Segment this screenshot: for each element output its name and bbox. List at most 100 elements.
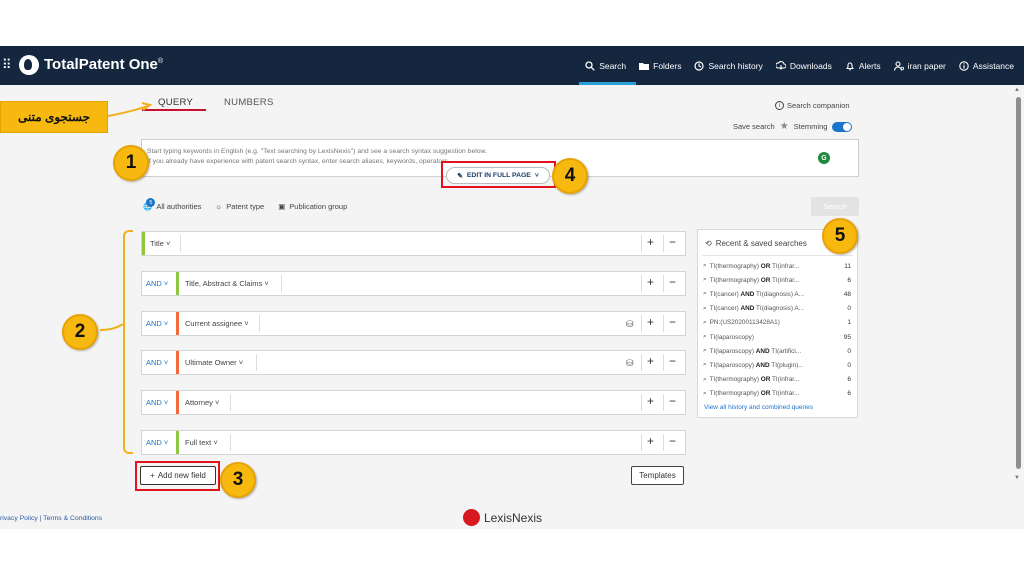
add-row-icon[interactable]: + <box>647 315 654 329</box>
recent-search-item[interactable]: ⌕TI(cancer) AND TI(diagnosis) A...0 <box>703 302 851 316</box>
recent-searches-title: ⟲ Recent & saved searches <box>705 239 807 248</box>
folder-icon <box>639 61 649 71</box>
add-row-icon[interactable]: + <box>647 394 654 408</box>
save-search-label[interactable]: Save search <box>733 122 775 131</box>
search-icon: ⌕ <box>703 305 707 313</box>
remove-row-icon[interactable]: − <box>669 235 676 249</box>
field-color-bar <box>176 431 179 454</box>
field-color-bar <box>142 232 145 255</box>
recent-search-item[interactable]: ⌕TI(laparoscopy) AND TI(artifici...0 <box>703 344 851 358</box>
recent-search-item[interactable]: ⌕TI(thermography) OR TI(infrar...11 <box>703 259 851 273</box>
stemming-toggle[interactable] <box>832 122 852 132</box>
globe-icon: 🌐5 <box>143 202 152 211</box>
divider <box>641 275 642 292</box>
divider <box>702 255 853 256</box>
operator-selector[interactable]: AND ˅ <box>146 438 168 447</box>
nav-user[interactable]: iran paper <box>892 46 948 85</box>
operator-selector[interactable]: AND ˅ <box>146 398 168 407</box>
highlight-add-field <box>135 461 220 491</box>
add-row-icon[interactable]: + <box>647 434 654 448</box>
divider <box>641 394 642 411</box>
footer-links[interactable]: rivacy Policy | Terms & Conditions <box>0 515 102 522</box>
nav-folders[interactable]: Folders <box>637 46 683 85</box>
lexisnexis-logo-icon <box>463 509 480 526</box>
recent-searches-panel: ⟲ Recent & saved searches ⌕TI(thermograp… <box>697 229 858 418</box>
filter-patent-type[interactable]: ☼ Patent type <box>215 202 264 211</box>
field-selector[interactable]: Attorney ˅ <box>185 398 219 407</box>
field-selector[interactable]: Title ˅ <box>150 239 170 248</box>
add-row-icon[interactable]: + <box>647 275 654 289</box>
divider <box>641 434 642 451</box>
tab-query[interactable]: QUERY <box>158 97 193 108</box>
divider <box>663 315 664 332</box>
owner-tree-icon[interactable]: ⛁ <box>626 358 634 369</box>
divider <box>663 394 664 411</box>
user-icon <box>894 61 904 71</box>
divider <box>663 434 664 451</box>
field-selector[interactable]: Full text ˅ <box>185 438 218 447</box>
grammarly-icon[interactable]: G <box>818 152 830 164</box>
search-companion[interactable]: i Search companion <box>775 101 850 110</box>
filter-authorities[interactable]: 🌐5 All authorities <box>143 202 201 211</box>
divider <box>663 235 664 252</box>
star-icon[interactable]: ★ <box>780 121 789 132</box>
scroll-up-icon[interactable]: ▲ <box>1014 87 1020 93</box>
remove-row-icon[interactable]: − <box>669 394 676 408</box>
field-selector[interactable]: Current assignee ˅ <box>185 319 249 328</box>
annotation-1: 1 <box>113 145 149 181</box>
nav-search-history[interactable]: Search history <box>692 46 764 85</box>
search-button[interactable]: Search <box>811 197 859 216</box>
remove-row-icon[interactable]: − <box>669 354 676 368</box>
recent-search-item[interactable]: ⌕TI(thermography) OR TI(infrar...6 <box>703 273 851 287</box>
recent-search-item[interactable]: ⌕TI(cancer) AND TI(diagnosis) A...48 <box>703 287 851 301</box>
recent-search-item[interactable]: ⌕TI(laparoscopy)95 <box>703 330 851 344</box>
templates-button[interactable]: Templates <box>631 466 684 485</box>
search-icon: ⌕ <box>703 319 707 327</box>
recent-search-item[interactable]: ⌕TI(laparoscopy) AND TI(plugin)...0 <box>703 358 851 372</box>
remove-row-icon[interactable]: − <box>669 275 676 289</box>
operator-selector[interactable]: AND ˅ <box>146 319 168 328</box>
field-selector[interactable]: Title, Abstract & Claims ˅ <box>185 279 269 288</box>
highlight-edit-full-page <box>441 161 556 188</box>
field-row-title-abstract-claims: AND ˅ Title, Abstract & Claims ˅ + − <box>141 271 686 296</box>
recent-searches-list: ⌕TI(thermography) OR TI(infrar...11 ⌕TI(… <box>703 259 851 401</box>
brand-name[interactable]: TotalPatent One® <box>44 56 163 73</box>
query-placeholder: Start typing keywords in English (e.g. "… <box>147 147 487 167</box>
remove-row-icon[interactable]: − <box>669 434 676 448</box>
active-tab-indicator <box>142 109 206 111</box>
filter-publication-group[interactable]: ▣ Publication group <box>278 202 347 211</box>
field-selector[interactable]: Ultimate Owner ˅ <box>185 358 243 367</box>
annotation-2: 2 <box>62 314 98 350</box>
page-scrollbar[interactable]: ▲ ▼ <box>1013 87 1022 487</box>
nav-assistance[interactable]: Assistance <box>957 46 1016 85</box>
lexisnexis-logo: LexisNexis <box>463 509 542 526</box>
nav-downloads[interactable]: Downloads <box>774 46 834 85</box>
operator-selector[interactable]: AND ˅ <box>146 279 168 288</box>
field-color-bar <box>176 272 179 295</box>
app-grid-icon[interactable]: ⠿ <box>2 57 11 73</box>
search-icon: ⌕ <box>703 262 707 270</box>
nav-alerts[interactable]: Alerts <box>843 46 883 85</box>
tab-numbers[interactable]: NUMBERS <box>224 97 274 108</box>
divider <box>230 394 231 411</box>
divider <box>641 315 642 332</box>
assignee-tree-icon[interactable]: ⛁ <box>626 319 634 330</box>
scroll-down-icon[interactable]: ▼ <box>1014 475 1020 481</box>
field-row-full-text: AND ˅ Full text ˅ + − <box>141 430 686 455</box>
operator-selector[interactable]: AND ˅ <box>146 358 168 367</box>
recent-search-item[interactable]: ⌕TI(thermography) OR TI(infrar...6 <box>703 387 851 401</box>
search-icon: ⌕ <box>703 333 707 341</box>
recent-search-item[interactable]: ⌕PN:(US20200113428A1)1 <box>703 316 851 330</box>
view-all-history-link[interactable]: View all history and combined queries <box>704 404 813 411</box>
nav-search[interactable]: Search <box>583 46 628 85</box>
field-color-bar <box>176 312 179 335</box>
field-row-ultimate-owner: AND ˅ Ultimate Owner ˅ ⛁ + − <box>141 350 686 375</box>
divider <box>663 275 664 292</box>
search-icon: ⌕ <box>703 390 707 398</box>
add-row-icon[interactable]: + <box>647 354 654 368</box>
add-row-icon[interactable]: + <box>647 235 654 249</box>
remove-row-icon[interactable]: − <box>669 315 676 329</box>
scrollbar-thumb[interactable] <box>1016 97 1021 469</box>
recent-search-item[interactable]: ⌕TI(thermography) OR TI(infrar...6 <box>703 373 851 387</box>
divider <box>180 235 181 252</box>
